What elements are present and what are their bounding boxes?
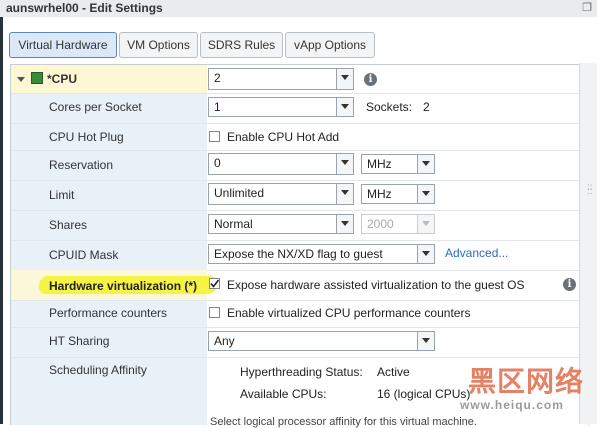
cores-per-socket-select[interactable]: 1 [208, 97, 354, 117]
cores-per-socket-row: Cores per Socket 1 Sockets: 2 [11, 93, 588, 124]
info-icon[interactable]: i [563, 278, 576, 291]
tab-vapp-options[interactable]: vApp Options [285, 32, 375, 58]
performance-counters-row: Performance counters Enable virtualized … [11, 300, 588, 328]
cpu-count-select[interactable]: 2 [208, 68, 354, 90]
hardware-virtualization-label: Hardware virtualization (*) [49, 279, 198, 293]
available-cpus-value: 16 (logical CPUs) [377, 387, 471, 401]
tab-bar: Virtual Hardware VM Options SDRS Rules v… [3, 17, 597, 63]
chevron-down-icon [417, 332, 434, 350]
chevron-down-icon [336, 69, 353, 89]
reservation-input[interactable]: 0 [208, 153, 354, 175]
collapse-triangle-icon[interactable] [17, 73, 26, 87]
cpu-hot-plug-label: CPU Hot Plug [49, 130, 124, 144]
reservation-row: Reservation 0 MHz [11, 150, 588, 181]
advanced-link[interactable]: Advanced... [445, 246, 508, 260]
chevron-down-icon [417, 215, 434, 233]
performance-counters-checkbox[interactable] [209, 307, 220, 318]
watermark-url: www.heiqu.com [460, 398, 564, 412]
scheduling-affinity-label: Scheduling Affinity [49, 363, 147, 377]
chevron-down-icon [336, 98, 353, 116]
chevron-down-icon [336, 184, 353, 204]
hardware-virtualization-row: Hardware virtualization (*) Expose hardw… [11, 270, 588, 301]
cpuid-mask-label: CPUID Mask [49, 248, 119, 262]
window-title-bar: aunswrhel00 - Edit Settings ❐ [0, 0, 597, 18]
sockets-label: Sockets: [366, 100, 413, 114]
hyperthreading-status-value: Active [377, 365, 410, 379]
ht-sharing-row: HT Sharing Any [11, 327, 588, 358]
chevron-down-icon [336, 154, 353, 174]
tab-vm-options[interactable]: VM Options [119, 32, 198, 58]
resize-grip-icon[interactable]: :::: [587, 183, 593, 197]
ht-sharing-label: HT Sharing [49, 334, 110, 348]
watermark: 黑区网络 www.heiqu.com [458, 360, 593, 422]
hardware-virtualization-checkbox-label: Expose hardware assisted virtualization … [227, 278, 525, 292]
limit-unit-select[interactable]: MHz [361, 184, 435, 204]
window-title: aunswrhel00 - Edit Settings [6, 1, 163, 15]
cpuid-mask-select[interactable]: Expose the NX/XD flag to guest [208, 244, 435, 264]
cpu-hot-add-checkbox[interactable] [209, 131, 220, 142]
chevron-down-icon [417, 155, 434, 173]
tab-sdrs-rules[interactable]: SDRS Rules [200, 32, 283, 58]
limit-label: Limit [49, 188, 75, 202]
shares-row: Shares Normal 2000 [11, 210, 588, 241]
limit-input[interactable]: Unlimited [208, 183, 354, 205]
performance-counters-label: Performance counters [49, 306, 168, 320]
chevron-down-icon [417, 245, 434, 263]
sockets-value: 2 [423, 100, 430, 114]
ht-sharing-select[interactable]: Any [208, 331, 435, 351]
performance-counters-checkbox-label: Enable virtualized CPU performance count… [227, 306, 471, 320]
restore-window-button[interactable]: ❐ [577, 0, 597, 17]
cpu-chip-icon [31, 72, 43, 84]
cpu-hot-add-label: Enable CPU Hot Add [227, 130, 340, 144]
chevron-down-icon [417, 185, 434, 203]
scheduling-affinity-description: Select logical processor affinity for th… [210, 416, 477, 428]
shares-label: Shares [49, 218, 88, 232]
reservation-label: Reservation [49, 158, 114, 172]
background-edge [0, 17, 3, 424]
shares-amount-input[interactable]: 2000 [361, 214, 435, 234]
tab-virtual-hardware[interactable]: Virtual Hardware [9, 32, 117, 58]
cpu-label: *CPU [47, 72, 78, 86]
cpu-row: *CPU 2 i [11, 65, 588, 94]
checkmark-icon [210, 279, 220, 288]
limit-row: Limit Unlimited MHz [11, 180, 588, 211]
hardware-virtualization-checkbox[interactable] [209, 278, 220, 289]
reservation-unit-select[interactable]: MHz [361, 154, 435, 174]
info-icon[interactable]: i [364, 73, 377, 86]
watermark-text: 黑区网络 [468, 365, 585, 398]
hyperthreading-status-label: Hyperthreading Status: [240, 365, 363, 379]
cpuid-mask-row: CPUID Mask Expose the NX/XD flag to gues… [11, 240, 588, 271]
available-cpus-label: Available CPUs: [240, 387, 327, 401]
cores-per-socket-label: Cores per Socket [49, 100, 142, 114]
cpu-hot-plug-row: CPU Hot Plug Enable CPU Hot Add [11, 123, 588, 151]
chevron-down-icon [336, 215, 353, 233]
shares-select[interactable]: Normal [208, 214, 354, 234]
